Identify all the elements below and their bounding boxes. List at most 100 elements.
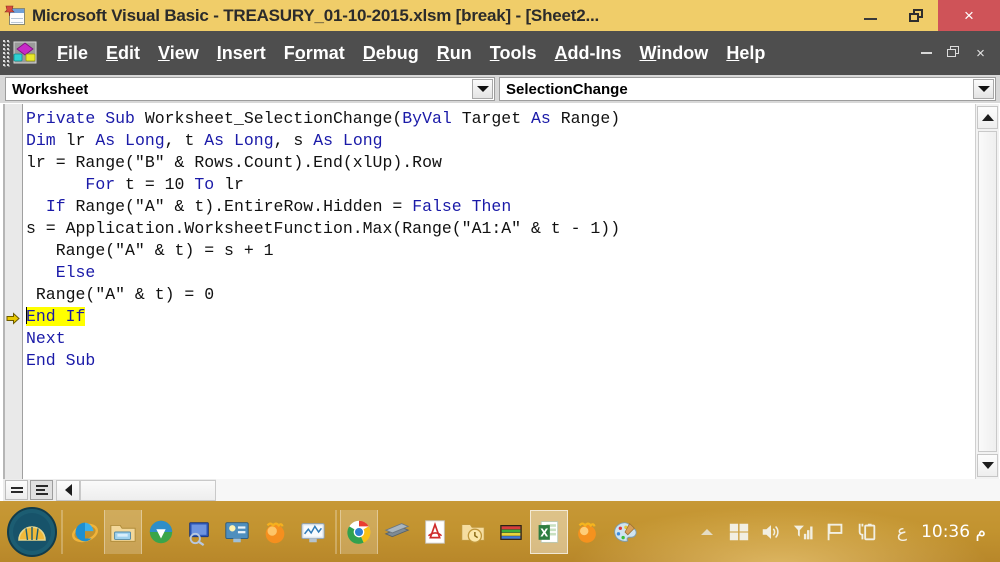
code-line[interactable]: lr = Range("B" & Rows.Count).End(xlUp).R…	[24, 152, 973, 174]
scroll-left-arrow-icon[interactable]	[56, 479, 80, 501]
code-line[interactable]: Range("A" & t) = s + 1	[24, 240, 973, 262]
winrar-icon[interactable]	[492, 510, 530, 554]
mdi-minimize-button[interactable]	[913, 45, 940, 62]
visual-basic-icon	[11, 39, 41, 67]
code-line[interactable]: End Sub	[24, 350, 973, 372]
full-module-view-button[interactable]	[30, 480, 53, 500]
code-line[interactable]: Dim lr As Long, t As Long, s As Long	[24, 130, 973, 152]
code-line[interactable]: Range("A" & t) = 0	[24, 284, 973, 306]
file-explorer-icon[interactable]	[104, 509, 142, 554]
code-vertical-scrollbar[interactable]	[975, 104, 999, 479]
vertical-scrollbar-thumb[interactable]	[978, 131, 997, 452]
keyboard-language-indicator[interactable]: ع	[883, 522, 921, 542]
object-dropdown[interactable]: Worksheet	[5, 77, 495, 101]
menu-file[interactable]: File	[48, 40, 97, 67]
mdi-close-button[interactable]: ×	[967, 45, 994, 62]
paint-palette-icon[interactable]	[606, 510, 644, 554]
code-pane-combo-bar: Worksheet SelectionChange	[0, 75, 1000, 103]
menu-debug[interactable]: Debug	[354, 40, 428, 67]
code-keyword: Sub	[65, 351, 96, 370]
horizontal-scrollbar-track[interactable]	[216, 479, 1000, 501]
toolbar-grip-handle[interactable]	[2, 39, 11, 67]
code-margin-indicator-bar[interactable]	[3, 104, 23, 501]
code-keyword: Long	[342, 131, 383, 150]
microsoft-excel-icon[interactable]: X	[530, 509, 568, 554]
restore-button[interactable]	[893, 0, 938, 31]
code-line[interactable]: End If	[24, 306, 973, 328]
code-text: lr	[55, 131, 96, 150]
code-text: Range("A" & t) = s + 1	[55, 241, 274, 260]
remote-desktop-icon[interactable]	[180, 510, 218, 554]
code-keyword: As	[313, 131, 334, 150]
horizontal-scrollbar-thumb[interactable]	[80, 479, 216, 501]
code-keyword: Dim	[26, 131, 56, 150]
code-text: Range("A" & t).EntireRow.Hidden =	[65, 197, 413, 216]
chevron-down-icon[interactable]	[472, 79, 493, 99]
menu-edit[interactable]: Edit	[97, 40, 149, 67]
code-line[interactable]: Next	[24, 328, 973, 350]
svg-text:X: X	[540, 527, 548, 539]
code-text: , s	[273, 131, 314, 150]
scanner-icon[interactable]	[378, 510, 416, 554]
code-line[interactable]: For t = 10 To lr	[24, 174, 973, 196]
pushpin-icon	[4, 5, 15, 16]
procedure-view-button[interactable]	[5, 480, 28, 500]
code-keyword: False	[412, 197, 462, 216]
orange-sunburst-icon[interactable]	[256, 510, 294, 554]
taskbar-clock[interactable]: 10:36 م	[921, 522, 992, 542]
code-line[interactable]: Else	[24, 262, 973, 284]
menu-tools[interactable]: Tools	[481, 40, 546, 67]
code-keyword: Next	[26, 329, 66, 348]
show-hidden-icons-chevron[interactable]	[691, 510, 723, 554]
classic-shell-start-orb[interactable]	[6, 506, 58, 558]
menu-format[interactable]: Format	[275, 40, 354, 67]
folder-clock-icon[interactable]	[454, 510, 492, 554]
code-keyword: End	[26, 307, 56, 326]
code-line[interactable]: If Range("A" & t).EntireRow.Hidden = Fal…	[24, 196, 973, 218]
scroll-up-arrow-icon[interactable]	[977, 106, 998, 129]
windows-flag-icon[interactable]	[723, 510, 755, 554]
menu-run[interactable]: Run	[428, 40, 481, 67]
chevron-down-icon[interactable]	[973, 79, 994, 99]
code-keyword: As	[531, 109, 551, 128]
internet-explorer-icon[interactable]	[66, 510, 104, 554]
code-line[interactable]: s = Application.WorksheetFunction.Max(Ra…	[24, 218, 973, 240]
code-text: Range)	[550, 109, 621, 128]
menu-insert[interactable]: Insert	[208, 40, 275, 67]
menu-window[interactable]: Window	[630, 40, 717, 67]
adobe-acrobat-icon[interactable]	[416, 510, 454, 554]
code-text: s = Application.WorksheetFunction.Max(Ra…	[26, 219, 621, 238]
google-chrome-icon[interactable]	[340, 509, 378, 554]
code-keyword: If	[65, 307, 86, 326]
system-info-icon[interactable]	[218, 510, 256, 554]
scroll-down-arrow-icon[interactable]	[977, 454, 998, 477]
procedure-dropdown[interactable]: SelectionChange	[499, 77, 996, 101]
code-keyword: Then	[471, 197, 512, 216]
orange-flame-icon[interactable]	[568, 510, 606, 554]
code-text: lr	[214, 175, 244, 194]
code-text: , t	[164, 131, 205, 150]
code-keyword: Sub	[105, 109, 135, 128]
code-editor[interactable]: Private Sub Worksheet_SelectionChange(By…	[24, 104, 973, 479]
network-signal-icon[interactable]	[787, 510, 819, 554]
minimize-button[interactable]	[848, 0, 893, 31]
code-line[interactable]: Private Sub Worksheet_SelectionChange(By…	[24, 108, 973, 130]
action-center-flag-icon[interactable]	[819, 510, 851, 554]
menu-add-ins[interactable]: Add-Ins	[545, 40, 630, 67]
menu-bar: File Edit View Insert Format Debug Run T…	[0, 31, 1000, 75]
taskbar-separator	[61, 509, 63, 554]
close-button[interactable]: ×	[938, 0, 1000, 31]
battery-charging-icon[interactable]	[851, 510, 883, 554]
mdi-restore-icon	[947, 45, 960, 58]
internet-download-manager-icon[interactable]	[142, 510, 180, 554]
speaker-volume-icon[interactable]	[755, 510, 787, 554]
code-keyword: As	[204, 131, 225, 150]
monitor-chart-icon[interactable]	[294, 510, 332, 554]
mdi-restore-button[interactable]	[940, 45, 967, 62]
menu-help[interactable]: Help	[717, 40, 774, 67]
menu-view[interactable]: View	[149, 40, 208, 67]
